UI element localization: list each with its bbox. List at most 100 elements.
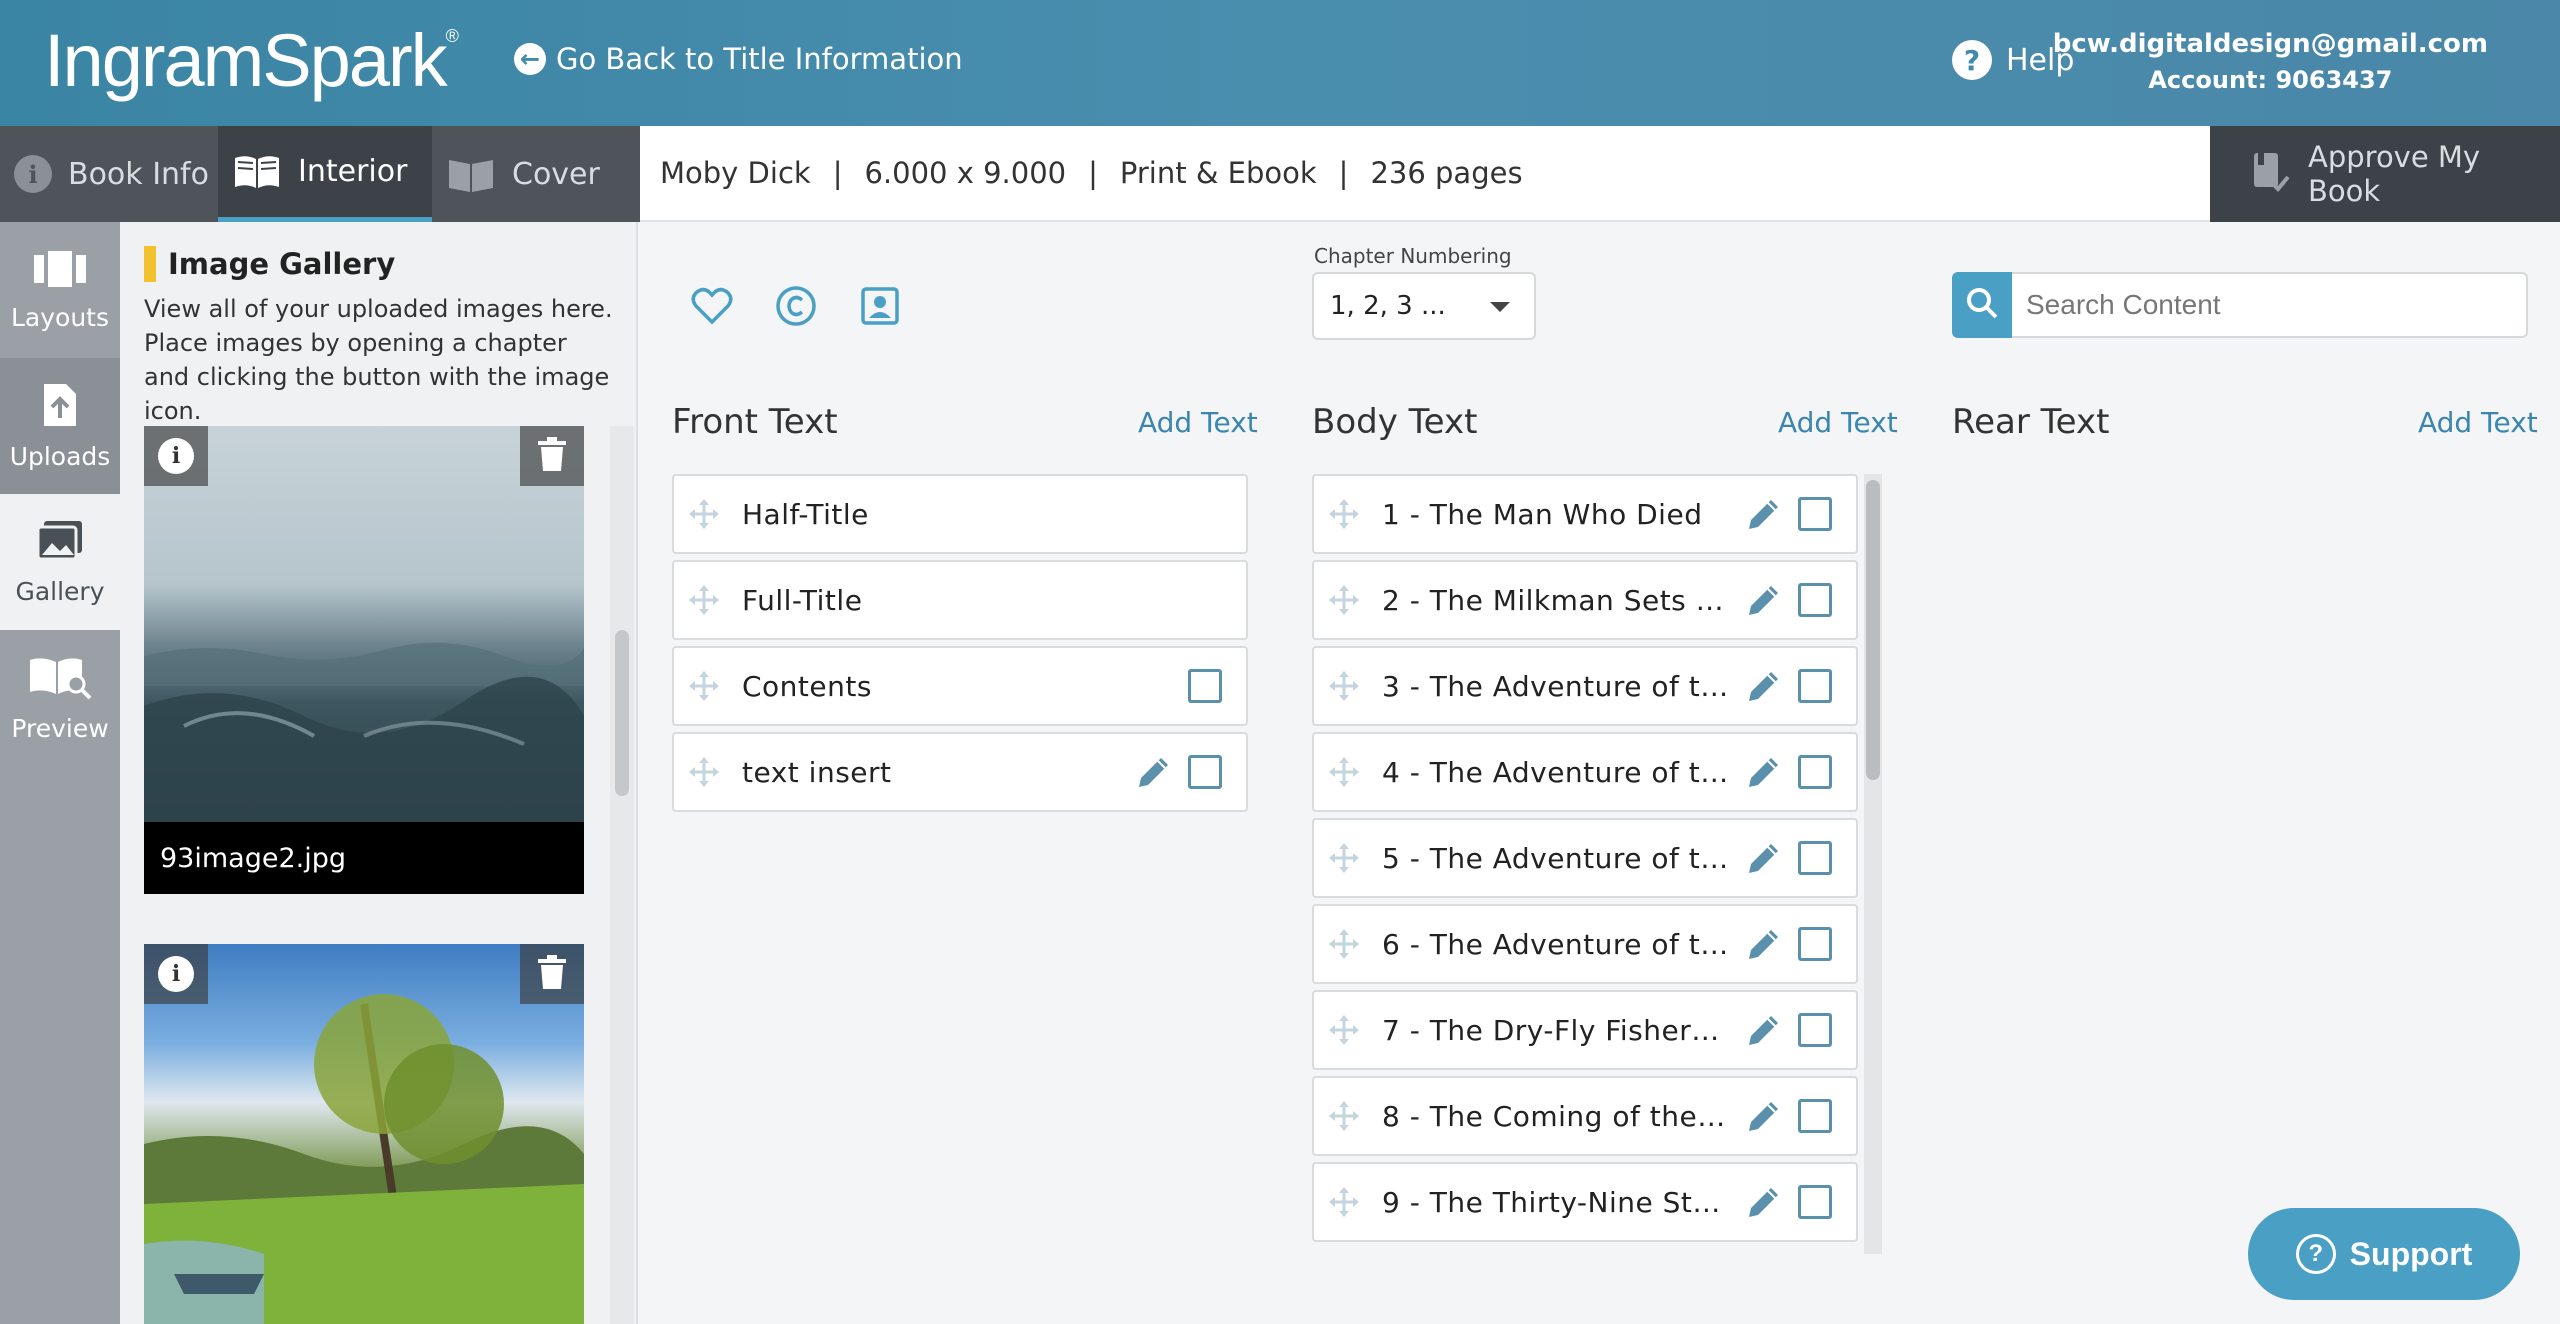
drag-handle-icon[interactable] bbox=[1326, 926, 1362, 962]
item-checkbox[interactable] bbox=[1798, 1185, 1832, 1219]
open-book-icon bbox=[232, 152, 282, 192]
drag-handle-icon[interactable] bbox=[686, 496, 722, 532]
gallery-description: View all of your uploaded images here. P… bbox=[144, 295, 613, 425]
pencil-icon[interactable] bbox=[1744, 838, 1784, 878]
item-label: 1 - The Man Who Died bbox=[1382, 497, 1703, 531]
front-add-text-link[interactable]: Add Text bbox=[1138, 406, 1258, 439]
item-label: Contents bbox=[742, 669, 872, 703]
item-checkbox[interactable] bbox=[1188, 755, 1222, 789]
rail-item-layouts[interactable]: Layouts bbox=[0, 222, 120, 358]
lake-photo[interactable]: i bbox=[144, 944, 584, 1324]
drag-handle-icon[interactable] bbox=[1326, 582, 1362, 618]
author-bio-button[interactable] bbox=[858, 286, 902, 330]
item-checkbox[interactable] bbox=[1798, 1013, 1832, 1047]
image-info-button[interactable]: i bbox=[144, 426, 208, 486]
question-icon: ? bbox=[1952, 40, 1992, 80]
item-checkbox[interactable] bbox=[1798, 669, 1832, 703]
front-text-item[interactable]: text insert bbox=[672, 732, 1248, 812]
item-label: 9 - The Thirty-Nine St… bbox=[1382, 1185, 1721, 1219]
sea-photo[interactable]: i bbox=[144, 426, 584, 822]
body-add-text-link[interactable]: Add Text bbox=[1778, 406, 1898, 439]
item-checkbox[interactable] bbox=[1798, 755, 1832, 789]
pencil-icon[interactable] bbox=[1744, 924, 1784, 964]
body-text-scrollbar[interactable] bbox=[1864, 474, 1882, 1254]
body-text-item[interactable]: 7 - The Dry-Fly Fisher… bbox=[1312, 990, 1858, 1070]
upload-icon bbox=[40, 382, 80, 434]
book-summary-bar: Moby Dick | 6.000 x 9.000 | Print & Eboo… bbox=[640, 126, 2210, 222]
item-checkbox[interactable] bbox=[1798, 927, 1832, 961]
rear-text-heading: Rear Text bbox=[1952, 402, 2110, 442]
rail-label: Preview bbox=[11, 713, 109, 743]
account-email: bcw.digitaldesign@gmail.com bbox=[2052, 29, 2488, 59]
front-text-item[interactable]: Half-Title bbox=[672, 474, 1248, 554]
pencil-icon[interactable] bbox=[1744, 752, 1784, 792]
arrow-left-icon: ← bbox=[514, 43, 546, 75]
heart-icon bbox=[691, 287, 733, 329]
gallery-image-card[interactable]: i 93image2.jpg bbox=[144, 426, 584, 894]
image-delete-button[interactable] bbox=[520, 944, 584, 1004]
front-text-item[interactable]: Contents bbox=[672, 646, 1248, 726]
search-button[interactable] bbox=[1952, 272, 2012, 338]
scrollbar-thumb[interactable] bbox=[1866, 480, 1880, 780]
info-icon: i bbox=[158, 438, 194, 474]
copyright-button[interactable] bbox=[774, 286, 818, 330]
approve-my-book-button[interactable]: Approve My Book bbox=[2210, 126, 2560, 222]
pencil-icon[interactable] bbox=[1744, 1182, 1784, 1222]
support-label: Support bbox=[2349, 1235, 2473, 1272]
drag-handle-icon[interactable] bbox=[1326, 668, 1362, 704]
chapter-numbering-select[interactable]: 1, 2, 3 ... bbox=[1312, 272, 1536, 340]
tab-interior[interactable]: Interior bbox=[218, 126, 432, 222]
image-delete-button[interactable] bbox=[520, 426, 584, 486]
account-info[interactable]: bcw.digitaldesign@gmail.com Account: 906… bbox=[2053, 26, 2488, 98]
pencil-icon[interactable] bbox=[1134, 752, 1174, 792]
body-text-item[interactable]: 4 - The Adventure of t… bbox=[1312, 732, 1858, 812]
item-checkbox[interactable] bbox=[1798, 841, 1832, 875]
back-to-title-link[interactable]: ← Go Back to Title Information bbox=[514, 42, 963, 76]
ingramspark-logo[interactable]: IngramSpark® bbox=[44, 18, 459, 103]
drag-handle-icon[interactable] bbox=[686, 754, 722, 790]
front-text-item[interactable]: Full-Title bbox=[672, 560, 1248, 640]
item-checkbox[interactable] bbox=[1798, 1099, 1832, 1133]
scrollbar-thumb[interactable] bbox=[615, 630, 629, 796]
search-input[interactable] bbox=[2012, 272, 2528, 338]
drag-handle-icon[interactable] bbox=[1326, 1012, 1362, 1048]
drag-handle-icon[interactable] bbox=[1326, 1184, 1362, 1220]
body-text-item[interactable]: 1 - The Man Who Died bbox=[1312, 474, 1858, 554]
drag-handle-icon[interactable] bbox=[1326, 754, 1362, 790]
image-info-button[interactable]: i bbox=[144, 944, 208, 1004]
tab-cover[interactable]: Cover bbox=[432, 126, 640, 222]
drag-handle-icon[interactable] bbox=[1326, 1098, 1362, 1134]
body-text-item[interactable]: 6 - The Adventure of t… bbox=[1312, 904, 1858, 984]
pencil-icon[interactable] bbox=[1744, 580, 1784, 620]
gallery-image-card[interactable]: i bbox=[144, 944, 584, 1324]
pencil-icon[interactable] bbox=[1744, 494, 1784, 534]
rear-add-text-link[interactable]: Add Text bbox=[2418, 406, 2538, 439]
rail-item-uploads[interactable]: Uploads bbox=[0, 358, 120, 494]
dedication-button[interactable] bbox=[690, 286, 734, 330]
item-checkbox[interactable] bbox=[1798, 583, 1832, 617]
body-text-item[interactable]: 8 - The Coming of the… bbox=[1312, 1076, 1858, 1156]
support-button[interactable]: ? Support bbox=[2248, 1208, 2520, 1300]
pencil-icon[interactable] bbox=[1744, 1096, 1784, 1136]
pencil-icon[interactable] bbox=[1744, 666, 1784, 706]
separator: | bbox=[1088, 156, 1098, 190]
approve-book-icon bbox=[2250, 149, 2290, 200]
chapter-numbering-value: 1, 2, 3 ... bbox=[1330, 291, 1446, 321]
drag-handle-icon[interactable] bbox=[686, 668, 722, 704]
body-text-item[interactable]: 3 - The Adventure of t… bbox=[1312, 646, 1858, 726]
book-cover-icon bbox=[446, 154, 496, 194]
rail-item-gallery[interactable]: Gallery bbox=[0, 494, 120, 630]
item-checkbox[interactable] bbox=[1188, 669, 1222, 703]
body-text-item[interactable]: 5 - The Adventure of t… bbox=[1312, 818, 1858, 898]
pencil-icon[interactable] bbox=[1744, 1010, 1784, 1050]
drag-handle-icon[interactable] bbox=[1326, 840, 1362, 876]
drag-handle-icon[interactable] bbox=[686, 582, 722, 618]
body-text-item[interactable]: 9 - The Thirty-Nine St… bbox=[1312, 1162, 1858, 1242]
gallery-scrollbar[interactable] bbox=[610, 426, 634, 1324]
drag-handle-icon[interactable] bbox=[1326, 496, 1362, 532]
rail-label: Layouts bbox=[10, 302, 109, 332]
body-text-item[interactable]: 2 - The Milkman Sets … bbox=[1312, 560, 1858, 640]
rail-item-preview[interactable]: Preview bbox=[0, 630, 120, 766]
tab-book-info[interactable]: i Book Info bbox=[0, 126, 218, 222]
item-checkbox[interactable] bbox=[1798, 497, 1832, 531]
